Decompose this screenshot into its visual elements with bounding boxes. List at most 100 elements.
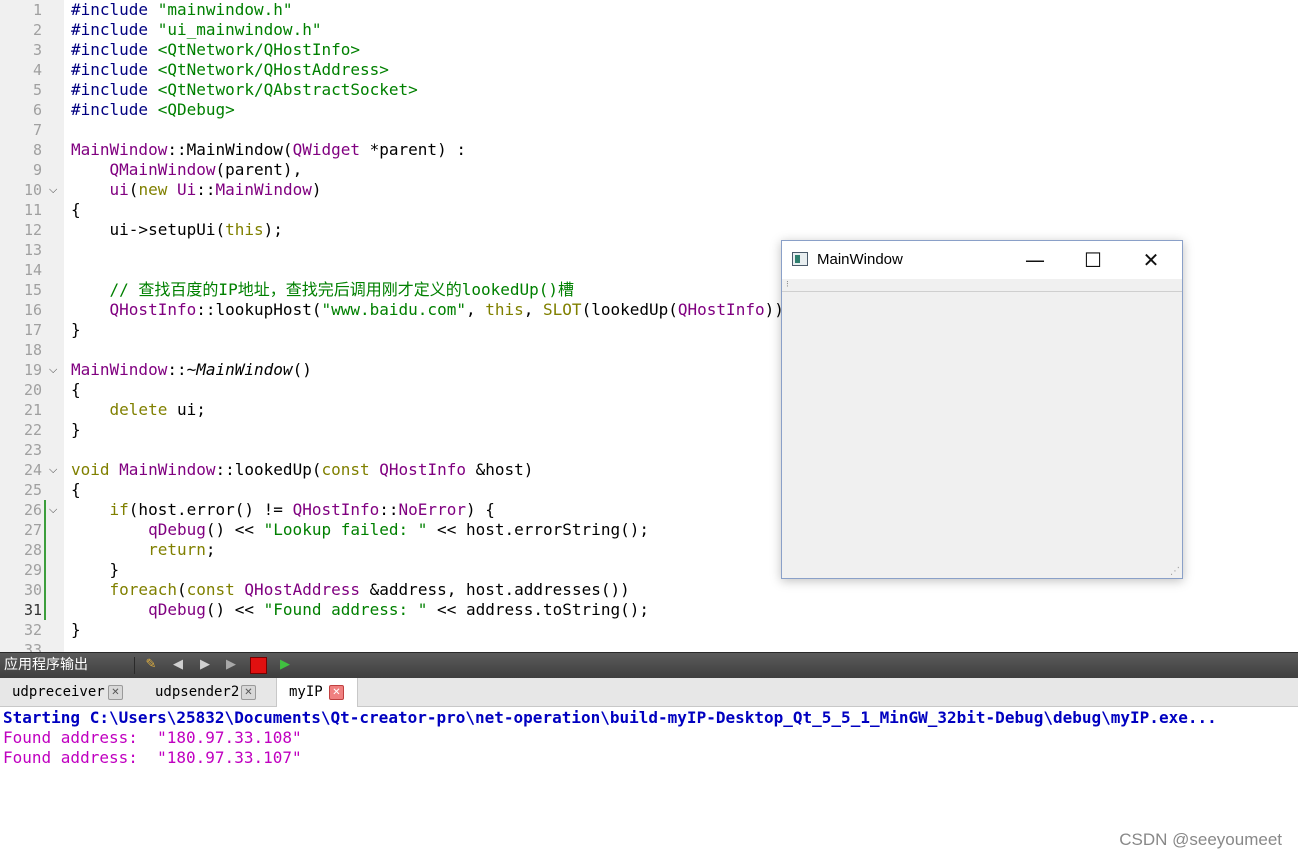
code-text[interactable]: qDebug() << "Lookup failed: " << host.er… <box>71 520 649 540</box>
fold-chevron-icon[interactable]: ⌵ <box>49 503 61 517</box>
previous-icon[interactable]: ◀ <box>169 656 187 674</box>
attach-debugger-icon[interactable]: ▶ <box>276 656 294 674</box>
close-tab-icon[interactable]: ✕ <box>108 685 123 700</box>
code-text[interactable]: #include <QDebug> <box>71 100 235 120</box>
code-line[interactable]: 12 ui->setupUi(this); <box>0 220 1298 240</box>
line-number: 22 <box>23 421 42 439</box>
code-text[interactable]: return; <box>71 540 215 560</box>
code-text[interactable]: MainWindow::MainWindow(QWidget *parent) … <box>71 140 466 160</box>
resize-grip-icon[interactable]: ⋰ <box>1170 567 1180 577</box>
code-text[interactable]: void MainWindow::lookedUp(const QHostInf… <box>71 460 533 480</box>
line-number: 7 <box>32 121 42 139</box>
code-line[interactable]: 5 #include <QtNetwork/QAbstractSocket> <box>0 80 1298 100</box>
code-line[interactable]: 32} <box>0 620 1298 640</box>
code-line[interactable]: 1 #include "mainwindow.h" <box>0 0 1298 20</box>
code-token: #include <box>71 60 158 79</box>
code-token: return <box>148 540 206 559</box>
toolbar-grip-icon[interactable]: ⁝ <box>786 280 789 290</box>
code-text[interactable]: foreach(const QHostAddress &address, hos… <box>71 580 630 600</box>
minimize-button[interactable]: — <box>1006 241 1064 279</box>
change-marker <box>44 500 46 520</box>
output-line: Found address: "180.97.33.107" <box>3 748 302 767</box>
code-token: Ui <box>176 180 197 199</box>
code-token: <QtNetwork/QHostAddress> <box>157 60 389 79</box>
code-token: (host.error() != <box>128 500 293 519</box>
code-line[interactable]: 9 QMainWindow(parent), <box>0 160 1298 180</box>
code-text[interactable]: #include <QtNetwork/QHostInfo> <box>71 40 360 60</box>
rerun-icon[interactable]: ▶ <box>222 656 240 674</box>
tab-udpsender2[interactable]: udpsender2 ✕ <box>155 678 265 706</box>
tab-udpreceiver[interactable]: udpreceiver ✕ <box>12 678 127 706</box>
app-title-bar[interactable]: MainWindow — ☐ ✕ <box>782 241 1182 279</box>
code-token: ( <box>128 180 139 199</box>
line-number: 19 <box>23 361 42 379</box>
code-text[interactable]: #include "mainwindow.h" <box>71 0 293 20</box>
stop-icon[interactable] <box>250 657 267 674</box>
line-number: 23 <box>23 441 42 459</box>
code-text[interactable]: MainWindow::~MainWindow() <box>71 360 312 380</box>
code-token: if <box>109 500 129 519</box>
app-window-mainwindow[interactable]: MainWindow — ☐ ✕ ⁝ ⋰ <box>781 240 1183 579</box>
code-text[interactable]: { <box>71 480 81 500</box>
code-text[interactable]: #include <QtNetwork/QAbstractSocket> <box>71 80 418 100</box>
code-line[interactable]: 3 #include <QtNetwork/QHostInfo> <box>0 40 1298 60</box>
code-text[interactable]: ui->setupUi(this); <box>71 220 283 240</box>
code-text[interactable]: ui(new Ui::MainWindow) <box>71 180 322 200</box>
code-token: { <box>71 380 81 399</box>
code-line[interactable]: 2 #include "ui_mainwindow.h" <box>0 20 1298 40</box>
close-tab-icon[interactable]: ✕ <box>241 685 256 700</box>
code-line[interactable]: 31 qDebug() << "Found address: " << addr… <box>0 600 1298 620</box>
code-text[interactable]: QHostInfo::lookupHost("www.baidu.com", t… <box>71 300 804 320</box>
code-text[interactable]: } <box>71 420 81 440</box>
code-token: "mainwindow.h" <box>157 0 293 19</box>
code-text[interactable]: // 查找百度的IP地址，查找完后调用刚才定义的lookedUp()槽 <box>71 280 575 300</box>
code-text[interactable]: } <box>71 320 81 340</box>
change-marker <box>44 560 46 580</box>
code-line[interactable]: 6 #include <QDebug> <box>0 100 1298 120</box>
code-text[interactable]: qDebug() << "Found address: " << address… <box>71 600 649 620</box>
line-number: 10 <box>23 181 42 199</box>
fold-chevron-icon[interactable]: ⌵ <box>49 363 61 377</box>
code-token: const <box>321 460 370 479</box>
app-toolbar: ⁝ <box>782 279 1182 292</box>
code-text[interactable]: } <box>71 560 120 580</box>
code-text[interactable]: delete ui; <box>71 400 206 420</box>
code-token: qDebug <box>148 520 206 539</box>
line-number: 20 <box>23 381 42 399</box>
close-button[interactable]: ✕ <box>1122 241 1180 279</box>
code-text[interactable]: #include <QtNetwork/QHostAddress> <box>71 60 389 80</box>
code-token: "Found address: " <box>263 600 428 619</box>
code-token: :: <box>379 500 399 519</box>
code-text[interactable]: { <box>71 200 81 220</box>
code-token: (lookedUp( <box>581 300 678 319</box>
close-tab-icon[interactable]: ✕ <box>329 685 344 700</box>
tab-myip[interactable]: myIP ✕ <box>276 678 358 707</box>
code-line[interactable]: 33 <box>0 640 1298 652</box>
code-text[interactable]: if(host.error() != QHostInfo::NoError) { <box>71 500 495 520</box>
code-token: << host.errorString(); <box>427 520 649 539</box>
tab-label: udpreceiver <box>12 684 105 700</box>
maximize-button[interactable]: ☐ <box>1064 241 1122 279</box>
code-line[interactable]: 11 { <box>0 200 1298 220</box>
next-icon[interactable]: ▶ <box>196 656 214 674</box>
toolbar-divider <box>134 657 135 674</box>
line-number: 28 <box>23 541 42 559</box>
fold-chevron-icon[interactable]: ⌵ <box>49 463 61 477</box>
code-text[interactable]: { <box>71 380 81 400</box>
code-token: NoError <box>398 500 466 519</box>
code-line[interactable]: 8 MainWindow::MainWindow(QWidget *parent)… <box>0 140 1298 160</box>
code-text[interactable]: } <box>71 620 81 640</box>
code-token: #include <box>71 80 158 99</box>
output-text-area[interactable]: Starting C:\Users\25832\Documents\Qt-cre… <box>0 707 1298 860</box>
code-line[interactable]: 30 foreach(const QHostAddress &address, … <box>0 580 1298 600</box>
code-text[interactable]: QMainWindow(parent), <box>71 160 303 180</box>
code-token: } <box>71 320 81 339</box>
code-text[interactable]: #include "ui_mainwindow.h" <box>71 20 321 40</box>
code-line[interactable]: 10 ⌵ ui(new Ui::MainWindow) <box>0 180 1298 200</box>
code-line[interactable]: 7 <box>0 120 1298 140</box>
code-line[interactable]: 4 #include <QtNetwork/QHostAddress> <box>0 60 1298 80</box>
clear-output-icon[interactable]: ✎ <box>142 656 160 674</box>
fold-chevron-icon[interactable]: ⌵ <box>49 183 61 197</box>
